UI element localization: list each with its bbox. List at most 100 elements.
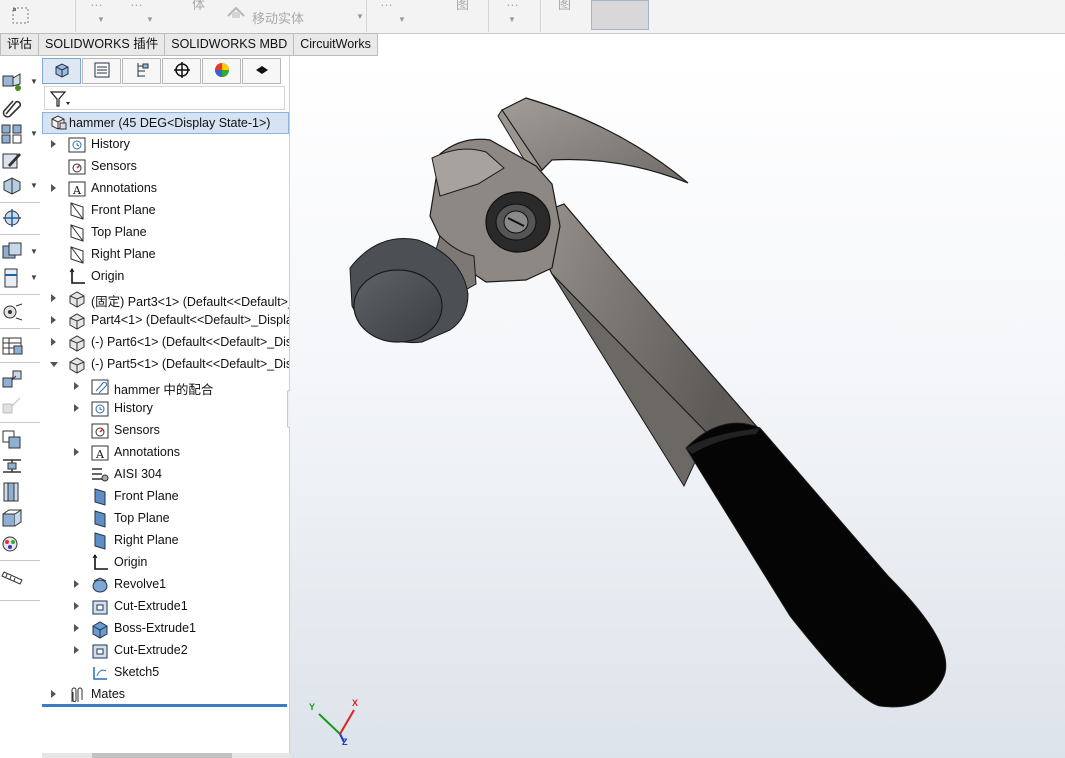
tab-solidworks-mbd[interactable]: SOLIDWORKS MBD — [165, 33, 295, 56]
tab-displaymanager[interactable] — [202, 58, 241, 84]
expand-arrow-icon[interactable] — [51, 690, 56, 698]
tree-item-right-plane-sub[interactable]: Right Plane — [42, 530, 289, 552]
feature-manager-panel: hammer (45 DEG<Display State-1>) History… — [42, 56, 289, 758]
chevron-down-icon[interactable]: ▼ — [356, 12, 364, 21]
tree-item-cut-extrude1[interactable]: Cut-Extrude1 — [42, 596, 289, 618]
ribbon-fragment-c[interactable]: 图 — [456, 0, 469, 26]
expand-arrow-icon[interactable] — [51, 316, 56, 324]
performance-evaluation-icon[interactable] — [0, 532, 24, 556]
ribbon-active-button[interactable] — [591, 0, 649, 30]
ribbon-fragment-b[interactable]: 体 — [192, 0, 205, 26]
exploded-view-icon[interactable] — [0, 368, 24, 392]
move-component-icon[interactable] — [0, 206, 24, 230]
expand-arrow-icon[interactable] — [51, 338, 56, 346]
tree-item-mates-in-hammer[interactable]: hammer 中的配合 — [42, 376, 289, 398]
tab-featuremanager[interactable] — [42, 58, 81, 84]
tree-item-history[interactable]: History — [42, 134, 289, 156]
tab-circuitworks[interactable]: CircuitWorks — [294, 33, 378, 56]
featuremanager-icon — [53, 61, 71, 82]
tree-item-label: AISI 304 — [114, 467, 162, 481]
expand-arrow-icon[interactable] — [51, 184, 56, 192]
move-body-button[interactable]: 移动实体 — [252, 8, 304, 33]
tree-item-revolve1[interactable]: Revolve1 — [42, 574, 289, 596]
tree-item-top-plane-sub[interactable]: Top Plane — [42, 508, 289, 530]
tree-filter[interactable] — [44, 86, 285, 110]
chevron-down-icon[interactable]: ▼ — [97, 15, 105, 24]
tree-item-boss-extrude1[interactable]: Boss-Extrude1 — [42, 618, 289, 640]
filter-icon[interactable] — [49, 90, 71, 111]
tree-item-part6[interactable]: (-) Part6<1> (Default<<Default>_Display — [42, 332, 289, 354]
smart-fasteners-icon[interactable] — [0, 174, 24, 198]
tree-item-part5[interactable]: (-) Part5<1> (Default<<Default>_Display — [42, 354, 289, 376]
part-icon — [67, 289, 87, 309]
tree-item-annotations-sub[interactable]: A Annotations — [42, 442, 289, 464]
tree-item-sensors-sub[interactable]: Sensors — [42, 420, 289, 442]
tree-item-sensors[interactable]: Sensors — [42, 156, 289, 178]
tree-item-sketch5[interactable]: Sketch5 — [42, 662, 289, 684]
tree-item-material[interactable]: AISI 304 — [42, 464, 289, 486]
chevron-down-icon[interactable]: ▼ — [146, 15, 154, 24]
chevron-down-icon[interactable]: ▼ — [30, 181, 38, 190]
tree-item-origin[interactable]: Origin — [42, 266, 289, 288]
tab-evaluate[interactable]: 评估 — [0, 33, 40, 56]
tree-root-assembly[interactable]: hammer (45 DEG<Display State-1>) — [42, 112, 289, 134]
tab-propertymanager[interactable] — [82, 58, 121, 84]
move-body-icon[interactable] — [226, 4, 246, 23]
reference-geometry-icon[interactable] — [0, 300, 24, 324]
component-pattern-icon[interactable] — [0, 122, 24, 146]
expand-arrow-icon[interactable] — [74, 448, 79, 456]
expand-arrow-icon[interactable] — [74, 404, 79, 412]
tab-solidworks-addins[interactable]: SOLIDWORKS 插件 — [39, 33, 166, 56]
chevron-down-icon[interactable]: ▼ — [508, 15, 516, 24]
tab-camview[interactable] — [242, 58, 281, 84]
tree-item-part4[interactable]: Part4<1> (Default<<Default>_Display St — [42, 310, 289, 332]
scrollbar-thumb[interactable] — [92, 753, 232, 758]
hide-show-components-icon[interactable] — [0, 240, 24, 264]
edit-component-icon[interactable] — [0, 149, 24, 173]
expand-arrow-icon[interactable] — [74, 580, 79, 588]
assembly-features-icon[interactable] — [0, 266, 24, 290]
ribbon-fragment-b0[interactable]: … — [130, 0, 143, 26]
tree-item-front-plane-sub[interactable]: Front Plane — [42, 486, 289, 508]
ribbon-fragment-c0[interactable]: … — [380, 0, 393, 26]
interference-detection-icon[interactable] — [0, 428, 24, 452]
assembly-visualization-icon[interactable] — [0, 506, 24, 530]
tree-item-part3[interactable]: (固定) Part3<1> (Default<<Default>_Dis — [42, 288, 289, 310]
hammer-model[interactable] — [290, 56, 1065, 758]
sketch-icon — [90, 663, 110, 683]
tab-dimxpertmanager[interactable] — [162, 58, 201, 84]
tree-item-origin-sub[interactable]: Origin — [42, 552, 289, 574]
tree-item-label: Sketch5 — [114, 665, 160, 679]
sketch-icon[interactable] — [10, 6, 32, 29]
chevron-down-icon[interactable]: ▼ — [30, 129, 38, 138]
tab-configurationmanager[interactable] — [122, 58, 161, 84]
tree-item-mates[interactable]: Mates — [42, 684, 289, 706]
measure-icon[interactable] — [0, 566, 24, 590]
tree-item-top-plane[interactable]: Top Plane — [42, 222, 289, 244]
hole-alignment-icon[interactable] — [0, 480, 24, 504]
expand-arrow-icon[interactable] — [51, 140, 56, 148]
tree-item-label: Right Plane — [91, 247, 156, 261]
tree-item-cut-extrude2[interactable]: Cut-Extrude2 — [42, 640, 289, 662]
tree-item-history-sub[interactable]: History — [42, 398, 289, 420]
chevron-down-icon[interactable]: ▼ — [30, 77, 38, 86]
expand-arrow-icon[interactable] — [74, 382, 79, 390]
tree-horizontal-scrollbar[interactable] — [42, 753, 290, 758]
chevron-down-icon[interactable]: ▼ — [30, 273, 38, 282]
clearance-verification-icon[interactable] — [0, 454, 24, 478]
assembly-insert-icon[interactable] — [0, 70, 24, 94]
bill-of-materials-icon[interactable] — [0, 334, 24, 358]
collapse-arrow-icon[interactable] — [50, 362, 58, 367]
ribbon-fragment-d[interactable]: 图 — [558, 0, 571, 26]
tree-item-annotations[interactable]: A Annotations — [42, 178, 289, 200]
paperclip-icon[interactable] — [0, 96, 24, 120]
graphics-area[interactable]: ▼ ▼ ▼ ▼ ▼ — [290, 56, 1065, 758]
expand-arrow-icon[interactable] — [74, 624, 79, 632]
expand-arrow-icon[interactable] — [51, 294, 56, 302]
expand-arrow-icon[interactable] — [74, 646, 79, 654]
expand-arrow-icon[interactable] — [74, 602, 79, 610]
tree-item-front-plane[interactable]: Front Plane — [42, 200, 289, 222]
chevron-down-icon[interactable]: ▼ — [30, 247, 38, 256]
chevron-down-icon[interactable]: ▼ — [398, 15, 406, 24]
tree-item-right-plane[interactable]: Right Plane — [42, 244, 289, 266]
